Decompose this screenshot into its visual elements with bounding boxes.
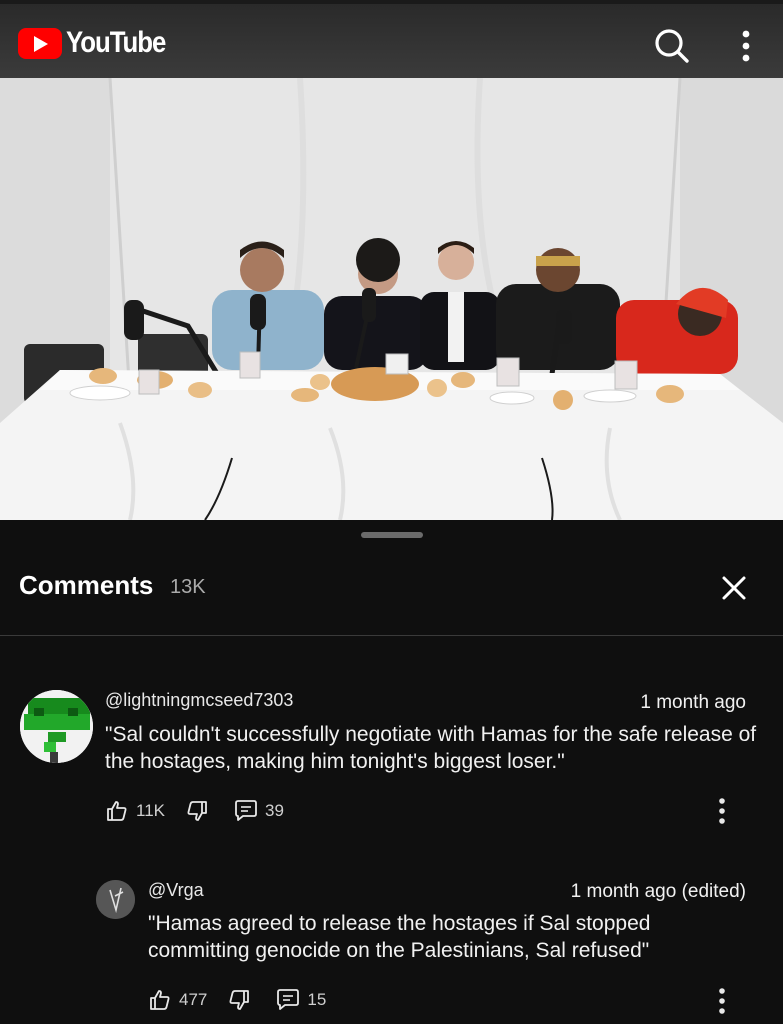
search-button[interactable] <box>650 24 694 68</box>
comment-text: "Sal couldn't successfully negotiate wit… <box>105 723 757 773</box>
thumbs-up-icon <box>150 990 170 1010</box>
like-button[interactable]: 11K <box>105 799 165 823</box>
like-count: 477 <box>179 990 208 1009</box>
comment-thread: @lightningmcseed7303 1 month ago "Sal co… <box>0 680 783 830</box>
thumbs-down-icon <box>229 990 250 1010</box>
comment-timestamp: 1 month ago (edited) <box>570 881 746 902</box>
reply-count: 15 <box>307 990 327 1009</box>
avatar[interactable] <box>20 690 93 763</box>
comment-timestamp: 1 month ago <box>640 692 746 713</box>
comment-author[interactable]: @lightningmcseed7303 <box>105 690 293 711</box>
comments-header: Comments 13K <box>0 560 783 636</box>
thumbs-down-icon <box>187 801 207 821</box>
close-icon <box>722 576 746 600</box>
more-vert-icon <box>719 988 725 1014</box>
comment-bubble-icon <box>277 989 300 1010</box>
youtube-logo[interactable]: YouTube <box>18 26 181 60</box>
reply-button[interactable]: 39 <box>233 799 284 823</box>
close-button[interactable] <box>716 570 752 606</box>
like-count: 11K <box>136 801 165 820</box>
video-frame <box>0 78 783 520</box>
comment-actions: 477 15 <box>148 985 326 1015</box>
drag-handle[interactable] <box>361 532 423 538</box>
comments-sheet: Comments 13K @lightningmcseed7303 1 mont <box>0 520 783 1024</box>
comment-text: "Hamas agreed to release the hostages if… <box>148 912 651 962</box>
comment-bubble-icon <box>235 800 257 821</box>
avatar-image <box>20 690 93 763</box>
avatar-image <box>96 880 135 919</box>
comment-author[interactable]: @Vrga <box>148 880 204 901</box>
avatar[interactable] <box>96 880 135 919</box>
comments-count: 13K <box>170 576 206 598</box>
top-app-bar: YouTube <box>0 0 783 78</box>
comment-actions: 11K 39 <box>105 796 284 826</box>
more-vert-icon <box>742 30 750 62</box>
comment-menu-button[interactable] <box>715 986 729 1016</box>
reply-comment: @Vrga 1 month ago (edited) "Hamas agreed… <box>0 870 783 1020</box>
dislike-button[interactable] <box>185 799 209 823</box>
comments-title: Comments <box>19 570 154 600</box>
youtube-play-icon <box>18 27 62 59</box>
like-button[interactable]: 477 <box>148 988 207 1012</box>
logo-text: YouTube <box>66 26 166 59</box>
reply-count: 39 <box>265 801 284 820</box>
more-options-button[interactable] <box>728 26 764 66</box>
comment-menu-button[interactable] <box>715 796 729 826</box>
search-icon <box>655 29 689 63</box>
thumbs-up-icon <box>107 801 127 821</box>
video-player[interactable] <box>0 78 783 520</box>
dislike-button[interactable] <box>227 988 251 1012</box>
reply-button[interactable]: 15 <box>275 988 326 1012</box>
more-vert-icon <box>719 798 725 824</box>
